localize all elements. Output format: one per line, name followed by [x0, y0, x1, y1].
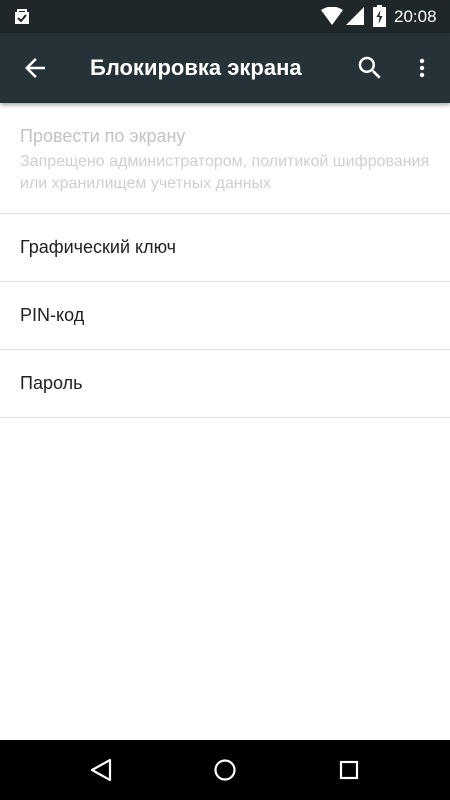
page-title: Блокировка экрана	[90, 55, 302, 80]
search-icon[interactable]	[355, 53, 385, 83]
wifi-icon	[321, 7, 343, 25]
list-item-swipe: Провести по экрану Запрещено администрат…	[0, 103, 450, 214]
signal-icon	[346, 7, 364, 25]
list-item-pattern[interactable]: Графический ключ	[0, 214, 450, 282]
status-bar: 20:08	[0, 0, 450, 33]
list-item-title: PIN-код	[20, 305, 85, 325]
navigation-bar	[0, 740, 450, 800]
nav-home-icon[interactable]	[210, 755, 240, 785]
back-arrow-icon[interactable]	[20, 53, 50, 83]
list-item-summary: Запрещено администратором, политикой шиф…	[20, 153, 430, 192]
nav-back-icon[interactable]	[86, 755, 116, 785]
list-item-title: Графический ключ	[20, 237, 177, 257]
battery-icon	[373, 5, 386, 27]
nav-recents-icon[interactable]	[334, 755, 364, 785]
more-vert-icon[interactable]	[410, 53, 434, 83]
list-item-title: Провести по экрану	[20, 126, 186, 146]
list-item-pin[interactable]: PIN-код	[0, 282, 450, 350]
app-bar: Блокировка экрана	[0, 33, 450, 103]
list-item-password[interactable]: Пароль	[0, 350, 450, 418]
notification-icon	[15, 9, 29, 24]
status-time: 20:08	[394, 7, 437, 26]
list-item-title: Пароль	[20, 373, 83, 393]
lock-method-list: Провести по экрану Запрещено администрат…	[0, 103, 450, 418]
